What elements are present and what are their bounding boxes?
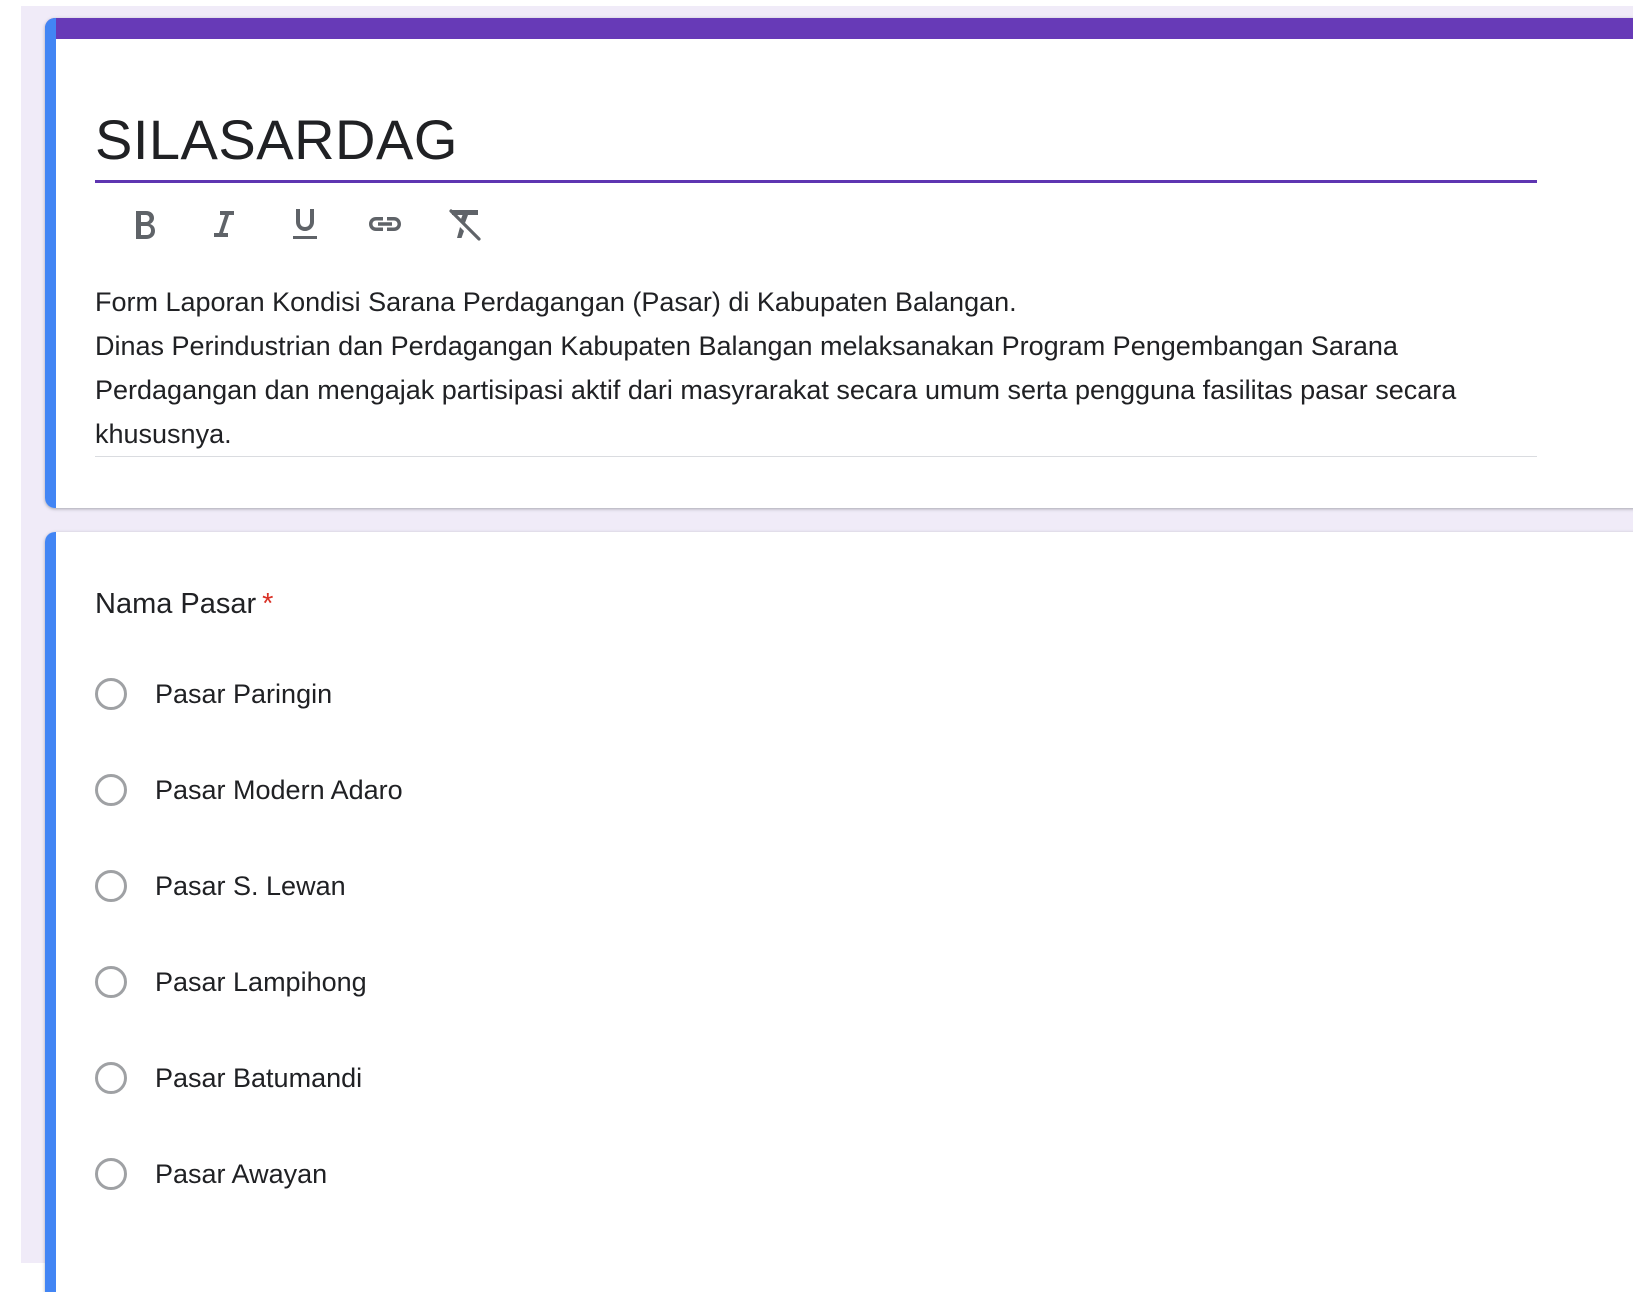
radio-option-pasar-awayan[interactable]: Pasar Awayan [95,1152,327,1196]
underline-button[interactable] [265,200,345,248]
underline-icon [289,206,321,242]
option-label: Pasar Modern Adaro [155,775,403,805]
card-left-indicator [45,532,56,1292]
radio-button[interactable] [95,870,127,902]
question-title: Nama Pasar * [95,584,273,624]
radio-option-pasar-modern-adaro[interactable]: Pasar Modern Adaro [95,768,403,812]
radio-option-pasar-paringin[interactable]: Pasar Paringin [95,672,332,716]
bold-button[interactable] [105,200,185,248]
radio-option-pasar-batumandi[interactable]: Pasar Batumandi [95,1056,362,1100]
question-card-nama-pasar[interactable]: Nama Pasar * Pasar Paringin Pasar Modern … [45,532,1633,1292]
radio-option-pasar-lampihong[interactable]: Pasar Lampihong [95,960,367,1004]
required-asterisk: * [262,588,274,620]
left-strip [0,0,21,1263]
form-description[interactable]: Form Laporan Kondisi Sarana Perdagangan … [95,280,1537,457]
form-header-card: SILASARDAG Form Laporan Kondisi Sarana P… [45,18,1633,508]
formatting-toolbar [105,200,505,248]
italic-icon [210,207,240,241]
italic-button[interactable] [185,200,265,248]
option-label: Pasar Lampihong [155,967,367,997]
bold-icon [130,207,160,241]
radio-button[interactable] [95,1062,127,1094]
form-title-field[interactable]: SILASARDAG [95,100,1537,183]
insert-link-button[interactable] [345,200,425,248]
top-strip [0,0,1633,6]
form-title[interactable]: SILASARDAG [95,108,458,172]
description-line: Form Laporan Kondisi Sarana Perdagangan … [95,287,1017,317]
option-label: Pasar Batumandi [155,1063,363,1093]
option-label: Pasar Paringin [155,679,333,709]
radio-button[interactable] [95,774,127,806]
option-label: Pasar Awayan [155,1159,328,1189]
radio-option-pasar-s-lewan[interactable]: Pasar S. Lewan [95,864,346,908]
radio-button[interactable] [95,966,127,998]
option-label: Pasar S. Lewan [155,871,346,901]
question-title-text: Nama Pasar [95,588,257,620]
link-icon [365,212,405,236]
description-paragraph: Dinas Perindustrian dan Perdagangan Kabu… [95,331,1457,449]
clear-formatting-icon [446,206,484,242]
radio-button[interactable] [95,1158,127,1190]
theme-top-bar [45,18,1633,39]
clear-formatting-button[interactable] [425,200,505,248]
radio-button[interactable] [95,678,127,710]
active-card-indicator [45,18,56,508]
